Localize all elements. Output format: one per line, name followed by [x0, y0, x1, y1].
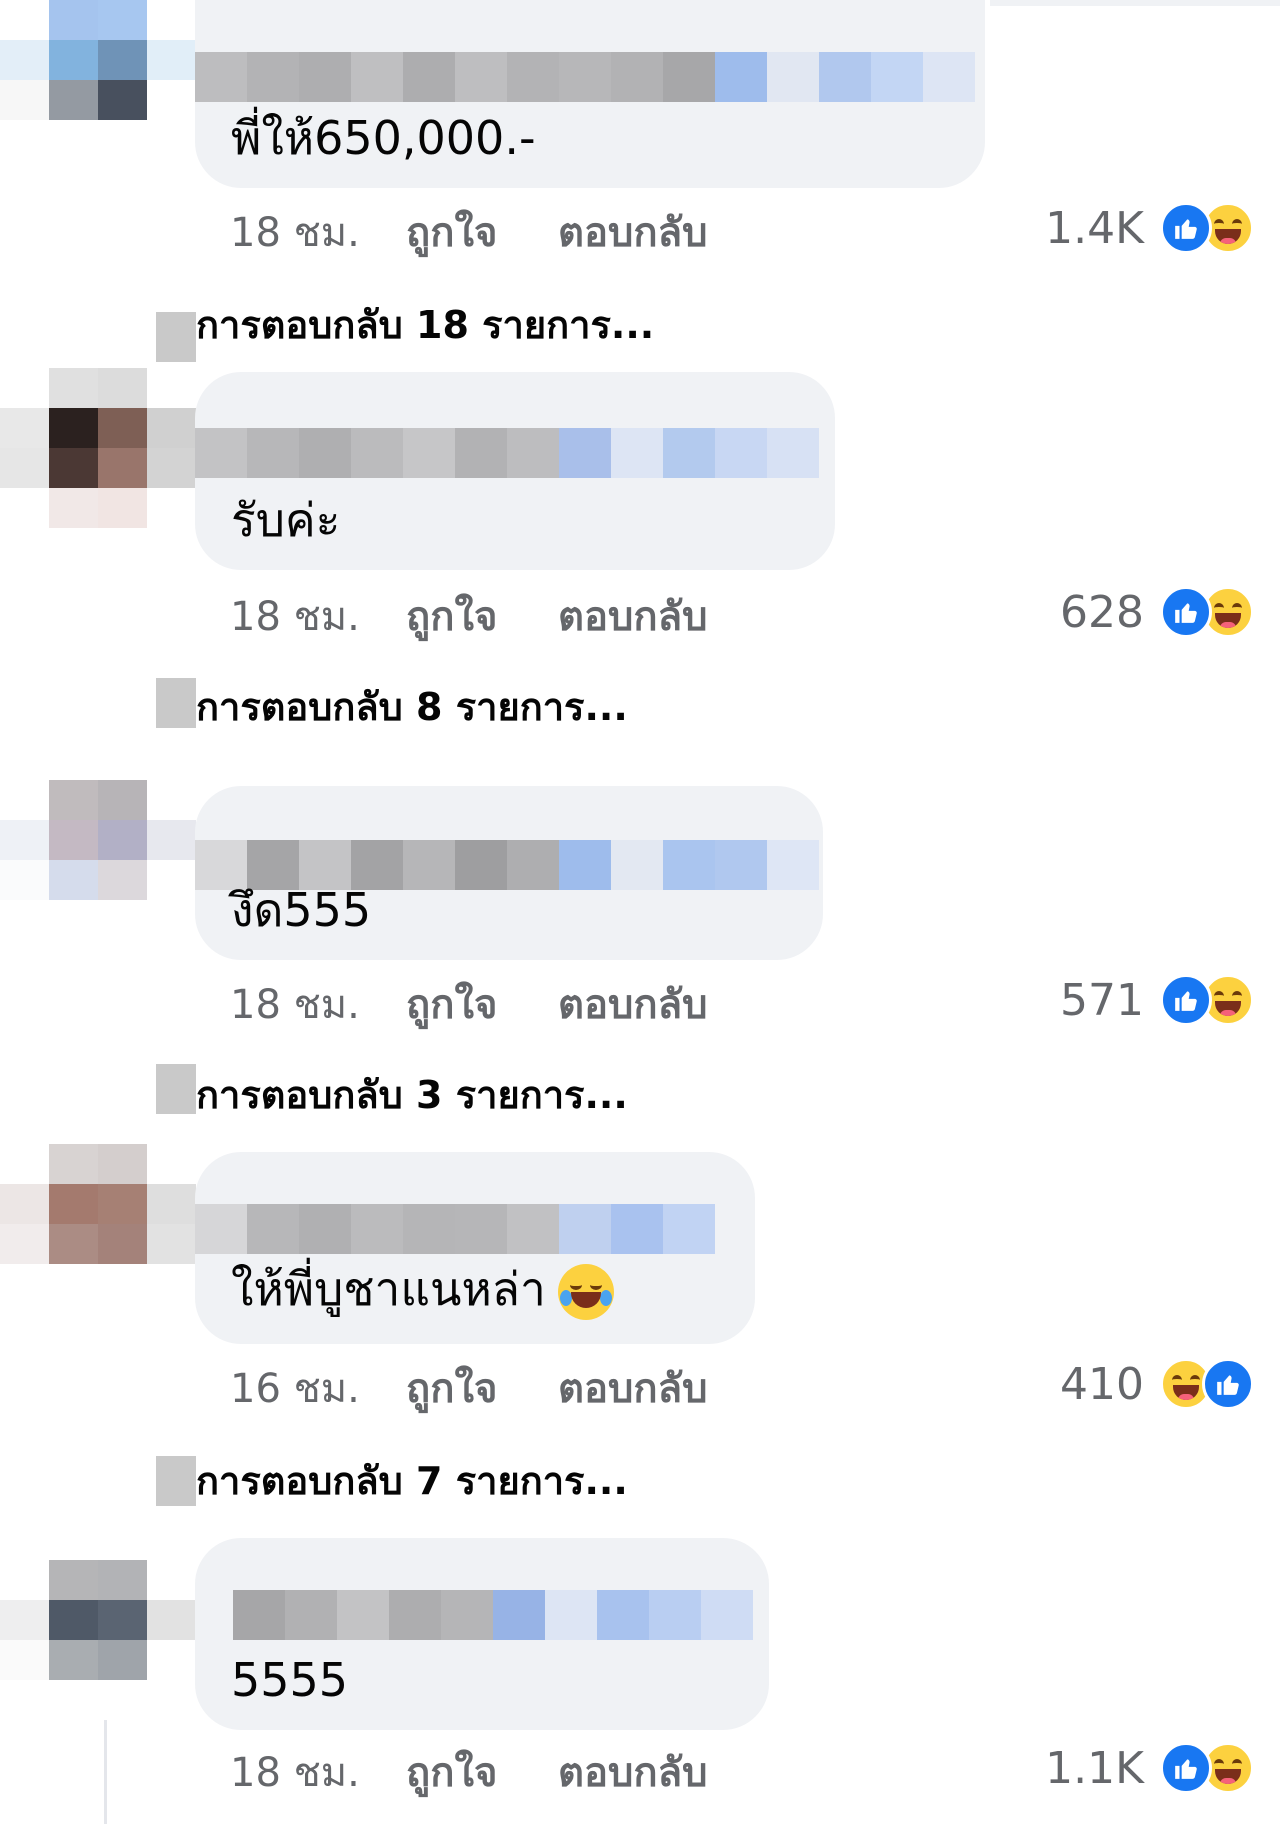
comment-text: งึด555: [231, 883, 372, 937]
comment-actions: 18 ชม. ถูกใจ ตอบกลับ: [230, 1742, 708, 1802]
reply-button[interactable]: ตอบกลับ: [558, 1740, 708, 1804]
reply-button[interactable]: ตอบกลับ: [558, 1356, 708, 1420]
comment-actions: 16 ชม. ถูกใจ ตอบกลับ: [230, 1358, 708, 1418]
comment-text: ให้พี่บูชาแนหล่า: [231, 1261, 614, 1320]
blurred-author-name: [195, 52, 975, 102]
comment-actions: 18 ชม. ถูกใจ ตอบกลับ: [230, 974, 708, 1034]
blurred-author-name: [195, 428, 819, 478]
like-button[interactable]: ถูกใจ: [406, 584, 558, 648]
reactions[interactable]: 571: [1060, 970, 1254, 1030]
reactions[interactable]: 1.4K: [1045, 198, 1254, 258]
avatar[interactable]: [0, 780, 196, 940]
like-button[interactable]: ถูกใจ: [406, 1740, 558, 1804]
comment-time: 18 ชม.: [230, 210, 360, 256]
comment-bubble: รับค่ะ: [195, 372, 835, 570]
reply-button[interactable]: ตอบกลับ: [558, 200, 708, 264]
reply-avatar: [156, 1064, 196, 1114]
reply-avatar: [156, 1456, 196, 1506]
like-button[interactable]: ถูกใจ: [406, 200, 558, 264]
tears-of-joy-emoji: [557, 1264, 614, 1320]
view-replies-link[interactable]: การตอบกลับ 7 รายการ...: [196, 1452, 628, 1508]
top-divider: [990, 0, 1280, 6]
comment-text: พี่ให้650,000.-: [231, 111, 536, 165]
reaction-count: 1.4K: [1045, 202, 1144, 254]
avatar[interactable]: [0, 0, 196, 160]
comment-time: 16 ชม.: [230, 1366, 360, 1412]
comment-time: 18 ชม.: [230, 594, 360, 640]
comment-actions: 18 ชม. ถูกใจ ตอบกลับ: [230, 202, 708, 262]
avatar[interactable]: [0, 368, 196, 528]
view-replies-link[interactable]: การตอบกลับ 8 รายการ...: [196, 678, 628, 734]
reaction-count: 410: [1060, 1358, 1144, 1410]
like-icon: [1160, 202, 1212, 254]
comment-text: รับค่ะ: [231, 493, 341, 547]
reactions[interactable]: 1.1K: [1045, 1738, 1254, 1798]
like-icon: [1202, 1358, 1254, 1410]
reactions[interactable]: 410: [1060, 1354, 1254, 1414]
comment-bubble: 5555: [195, 1538, 769, 1730]
view-replies-link[interactable]: การตอบกลับ 18 รายการ...: [196, 296, 654, 352]
comment-bubble: พี่ให้650,000.-: [195, 0, 985, 188]
reaction-count: 571: [1060, 974, 1144, 1026]
like-button[interactable]: ถูกใจ: [406, 972, 558, 1036]
reply-button[interactable]: ตอบกลับ: [558, 584, 708, 648]
blurred-author-name: [233, 1590, 753, 1640]
reply-avatar: [156, 312, 196, 362]
blurred-author-name: [195, 1204, 715, 1254]
view-replies-link[interactable]: การตอบกลับ 3 รายการ...: [196, 1066, 628, 1122]
reactions[interactable]: 628: [1060, 582, 1254, 642]
like-icon: [1160, 1742, 1212, 1794]
comment-bubble: ให้พี่บูชาแนหล่า: [195, 1152, 755, 1344]
like-icon: [1160, 974, 1212, 1026]
comment-time: 18 ชม.: [230, 982, 360, 1028]
avatar[interactable]: [0, 1560, 196, 1720]
reaction-count: 1.1K: [1045, 1742, 1144, 1794]
comment-bubble: งึด555: [195, 786, 823, 960]
reaction-count: 628: [1060, 586, 1144, 638]
like-icon: [1160, 586, 1212, 638]
reply-button[interactable]: ตอบกลับ: [558, 972, 708, 1036]
comment-actions: 18 ชม. ถูกใจ ตอบกลับ: [230, 586, 708, 646]
comment-time: 18 ชม.: [230, 1750, 360, 1796]
comment-text: 5555: [231, 1653, 349, 1707]
comment-text-label: ให้พี่บูชาแนหล่า: [231, 1261, 546, 1316]
reply-avatar: [156, 678, 196, 728]
avatar[interactable]: [0, 1144, 196, 1304]
like-button[interactable]: ถูกใจ: [406, 1356, 558, 1420]
